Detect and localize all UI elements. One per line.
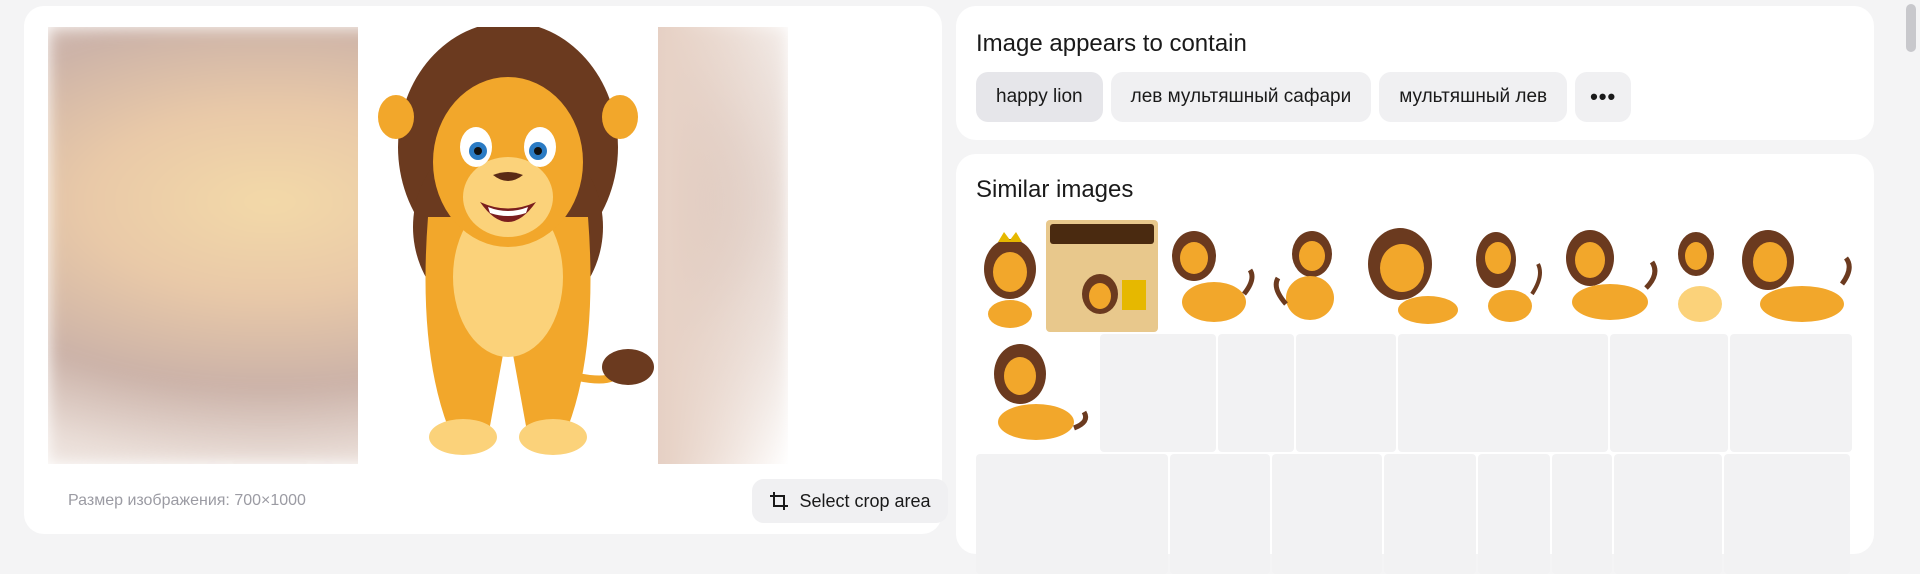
similar-image-thumb[interactable] <box>1354 220 1464 332</box>
similar-image-placeholder <box>1478 454 1550 574</box>
select-crop-area-button[interactable]: Select crop area <box>752 479 948 523</box>
similar-image-placeholder <box>1272 454 1382 574</box>
similar-image-thumb[interactable] <box>1734 220 1858 332</box>
image-preview-card: Размер изображения: 700×1000 Select crop… <box>24 6 948 534</box>
similar-image-placeholder <box>1100 334 1216 452</box>
similar-image-thumb[interactable] <box>1160 220 1260 332</box>
similar-image-placeholder <box>1296 334 1396 452</box>
similar-image-placeholder <box>1218 334 1294 452</box>
similar-image-thumb[interactable] <box>1466 220 1550 332</box>
page-scrollbar[interactable] <box>1902 0 1918 546</box>
similar-image-placeholder <box>1610 334 1728 452</box>
tag-list: happy lion лев мультяшный сафари мультяш… <box>976 72 1632 122</box>
scrollbar-thumb[interactable] <box>1906 4 1916 52</box>
similar-image-placeholder <box>1730 334 1852 452</box>
image-preview[interactable] <box>48 27 788 464</box>
similar-image-thumb[interactable] <box>1552 220 1664 332</box>
tag-multyashny-lev[interactable]: мультяшный лев <box>1379 72 1568 122</box>
image-contains-card: Image appears to contain happy lion лев … <box>956 6 1874 140</box>
similar-images-title: Similar images <box>976 176 1134 203</box>
select-crop-area-label: Select crop area <box>799 490 931 511</box>
similar-image-placeholder <box>976 454 1168 574</box>
similar-image-placeholder <box>1170 454 1270 574</box>
crop-icon <box>770 492 789 510</box>
similar-image-placeholder <box>1552 454 1612 574</box>
cartoon-lion-illustration <box>378 27 654 455</box>
image-size-label: Размер изображения: 700×1000 <box>68 492 306 509</box>
similar-image-thumb[interactable] <box>976 220 1044 332</box>
similar-image-thumb[interactable] <box>976 334 1098 452</box>
tag-lev-multyashny-safari[interactable]: лев мультяшный сафари <box>1110 72 1372 122</box>
similar-image-placeholder <box>1384 454 1476 574</box>
similar-image-thumb[interactable] <box>1046 220 1158 332</box>
similar-image-thumb[interactable] <box>1666 220 1732 332</box>
similar-image-placeholder <box>1614 454 1722 574</box>
more-tags-button[interactable]: ••• <box>1575 72 1632 122</box>
similar-image-placeholder <box>1724 454 1850 574</box>
similar-image-thumb[interactable] <box>1262 220 1352 332</box>
lion-image[interactable] <box>358 27 658 464</box>
tag-happy-lion[interactable]: happy lion <box>976 72 1103 122</box>
image-contains-title: Image appears to contain <box>976 30 1247 57</box>
similar-image-placeholder <box>1398 334 1608 452</box>
similar-images-card: Similar images <box>956 154 1874 574</box>
